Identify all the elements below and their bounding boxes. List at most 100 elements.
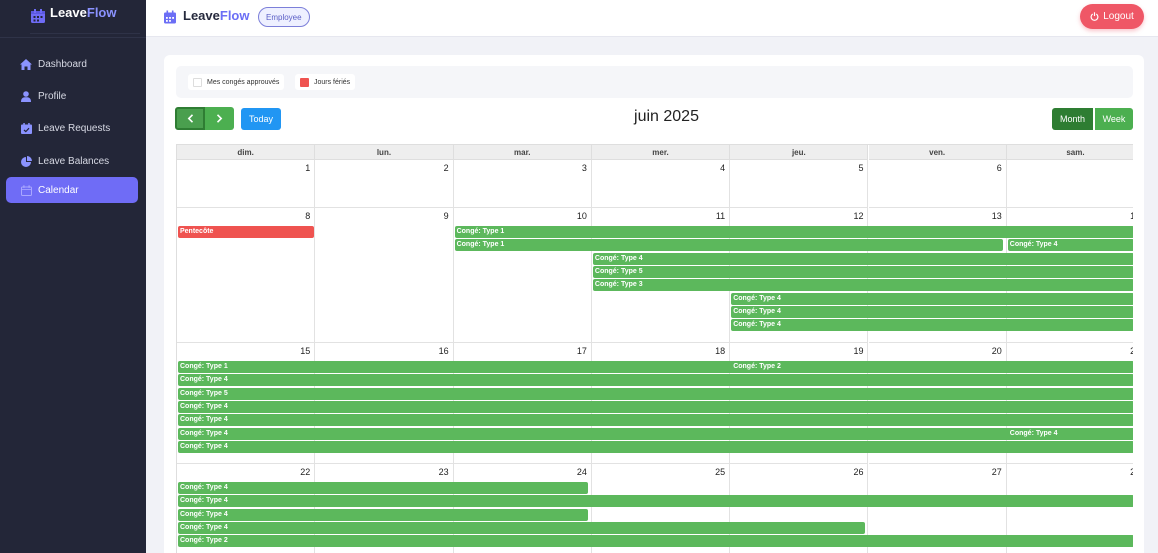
weekday-header: dim.	[177, 145, 316, 160]
weekday-header: jeu.	[730, 145, 869, 160]
day-number[interactable]: 4	[720, 163, 725, 173]
leave-event[interactable]: Congé: Type 4	[731, 292, 1133, 305]
prev-month-button[interactable]	[175, 107, 205, 130]
day-number[interactable]: 16	[439, 346, 449, 356]
logout-button[interactable]: Logout	[1080, 4, 1144, 29]
day-cell[interactable]: 6	[868, 160, 1007, 208]
weekday-header: lun.	[315, 145, 454, 160]
topbar-brand[interactable]: LeaveFlow	[183, 8, 249, 23]
holiday-event[interactable]: Pentecôte	[178, 226, 315, 238]
day-number[interactable]: 14	[1130, 211, 1133, 221]
today-button[interactable]: Today	[241, 108, 281, 130]
legend-swatch-holidays	[300, 77, 309, 87]
sidebar-item-label: Profile	[38, 90, 67, 102]
power-icon	[1090, 12, 1099, 21]
leave-event[interactable]: Congé: Type 2	[178, 535, 1133, 548]
leave-event[interactable]: Congé: Type 4	[1007, 427, 1133, 440]
leave-event[interactable]: Congé: Type 4	[1007, 239, 1133, 252]
day-number[interactable]: 17	[577, 346, 587, 356]
day-number[interactable]: 25	[715, 467, 725, 477]
sidebar-item-label: Dashboard	[38, 58, 87, 70]
weekday-header: sam.	[1006, 145, 1133, 160]
day-number[interactable]: 27	[992, 467, 1002, 477]
day-number[interactable]: 28	[1130, 467, 1133, 477]
sidebar-item-profile[interactable]: Profile	[6, 83, 138, 109]
calendar-icon	[164, 10, 176, 24]
leave-event[interactable]: Congé: Type 1	[454, 226, 1133, 238]
leave-event[interactable]: Congé: Type 4	[731, 305, 1133, 318]
month-view-button[interactable]: Month	[1052, 108, 1093, 130]
leave-event[interactable]: Congé: Type 3	[592, 279, 1133, 292]
day-number[interactable]: 21	[1130, 346, 1133, 356]
leave-event[interactable]: Congé: Type 4	[178, 427, 1133, 440]
day-number[interactable]: 20	[992, 346, 1002, 356]
calendar-icon	[31, 9, 45, 23]
day-number[interactable]: 1	[305, 163, 310, 173]
day-number[interactable]: 3	[582, 163, 587, 173]
chevron-left-icon	[187, 114, 193, 123]
leave-event[interactable]: Congé: Type 4	[178, 374, 1133, 387]
leave-event[interactable]: Congé: Type 1	[454, 239, 1004, 252]
pie-chart-icon	[19, 154, 33, 168]
calendar-check-icon	[19, 121, 33, 135]
sidebar-item-label: Leave Requests	[38, 122, 111, 134]
role-badge: Employee	[258, 7, 310, 27]
day-cell[interactable]: 3	[453, 160, 592, 208]
day-number[interactable]: 22	[300, 467, 310, 477]
leave-event[interactable]: Congé: Type 4	[178, 440, 1133, 453]
sidebar-brand[interactable]: LeaveFlow	[30, 4, 140, 34]
day-number[interactable]: 13	[992, 211, 1002, 221]
leave-event[interactable]: Congé: Type 4	[178, 508, 589, 521]
day-number[interactable]: 9	[444, 211, 449, 221]
day-number[interactable]: 26	[853, 467, 863, 477]
day-number[interactable]: 24	[577, 467, 587, 477]
topbar: LeaveFlow Employee Logout	[146, 0, 1158, 37]
leave-event[interactable]: Congé: Type 2	[731, 361, 1133, 373]
leave-event[interactable]: Congé: Type 5	[178, 387, 1133, 400]
calendar-grid: dim.lun.mar.mer.jeu.ven.sam.123456789101…	[176, 144, 1133, 553]
day-cell[interactable]: 7	[1006, 160, 1133, 208]
day-cell[interactable]: 2	[315, 160, 454, 208]
day-number[interactable]: 12	[853, 211, 863, 221]
home-icon	[19, 57, 33, 71]
leave-event[interactable]: Congé: Type 4	[178, 521, 865, 534]
legend-holidays: Jours fériés	[295, 74, 356, 90]
sidebar-item-dashboard[interactable]: Dashboard	[6, 51, 138, 77]
weekday-header: mer.	[591, 145, 731, 160]
sidebar-item-label: Calendar	[38, 184, 79, 196]
day-number[interactable]: 18	[715, 346, 725, 356]
leave-event[interactable]: Congé: Type 5	[592, 265, 1133, 278]
leave-event[interactable]: Congé: Type 4	[178, 414, 1133, 427]
day-number[interactable]: 23	[439, 467, 449, 477]
day-cell[interactable]: 5	[730, 160, 869, 208]
leave-event[interactable]: Congé: Type 4	[178, 400, 1133, 413]
day-number[interactable]: 6	[997, 163, 1002, 173]
sidebar-item-label: Leave Balances	[38, 155, 110, 167]
calendar-card: Mes congés approuvés Jours fériés Today …	[164, 55, 1144, 553]
sidebar-item-calendar[interactable]: Calendar	[6, 177, 138, 203]
chevron-right-icon	[216, 114, 223, 123]
sidebar-brand-name: LeaveFlow	[50, 5, 117, 20]
calendar-legend: Mes congés approuvés Jours fériés	[176, 66, 1133, 98]
day-number[interactable]: 19	[853, 346, 863, 356]
day-number[interactable]: 10	[577, 211, 587, 221]
user-icon	[19, 89, 33, 103]
day-number[interactable]: 8	[305, 211, 310, 221]
sidebar-item-leave-requests[interactable]: Leave Requests	[6, 115, 138, 141]
day-cell[interactable]: 9	[315, 208, 454, 343]
leave-event[interactable]: Congé: Type 4	[731, 319, 1133, 332]
day-number[interactable]: 2	[444, 163, 449, 173]
legend-approved: Mes congés approuvés	[188, 74, 285, 90]
sidebar-item-leave-balances[interactable]: Leave Balances	[6, 148, 138, 174]
day-number[interactable]: 5	[858, 163, 863, 173]
leave-event[interactable]: Congé: Type 4	[178, 495, 1133, 508]
day-cell[interactable]: 1	[177, 160, 316, 208]
weekday-header: ven.	[868, 145, 1007, 160]
week-view-button[interactable]: Week	[1095, 108, 1133, 130]
day-number[interactable]: 15	[300, 346, 310, 356]
day-cell[interactable]: 4	[591, 160, 731, 208]
day-number[interactable]: 11	[716, 211, 725, 221]
leave-event[interactable]: Congé: Type 4	[178, 482, 589, 494]
next-month-button[interactable]	[205, 107, 234, 130]
leave-event[interactable]: Congé: Type 4	[592, 252, 1133, 265]
